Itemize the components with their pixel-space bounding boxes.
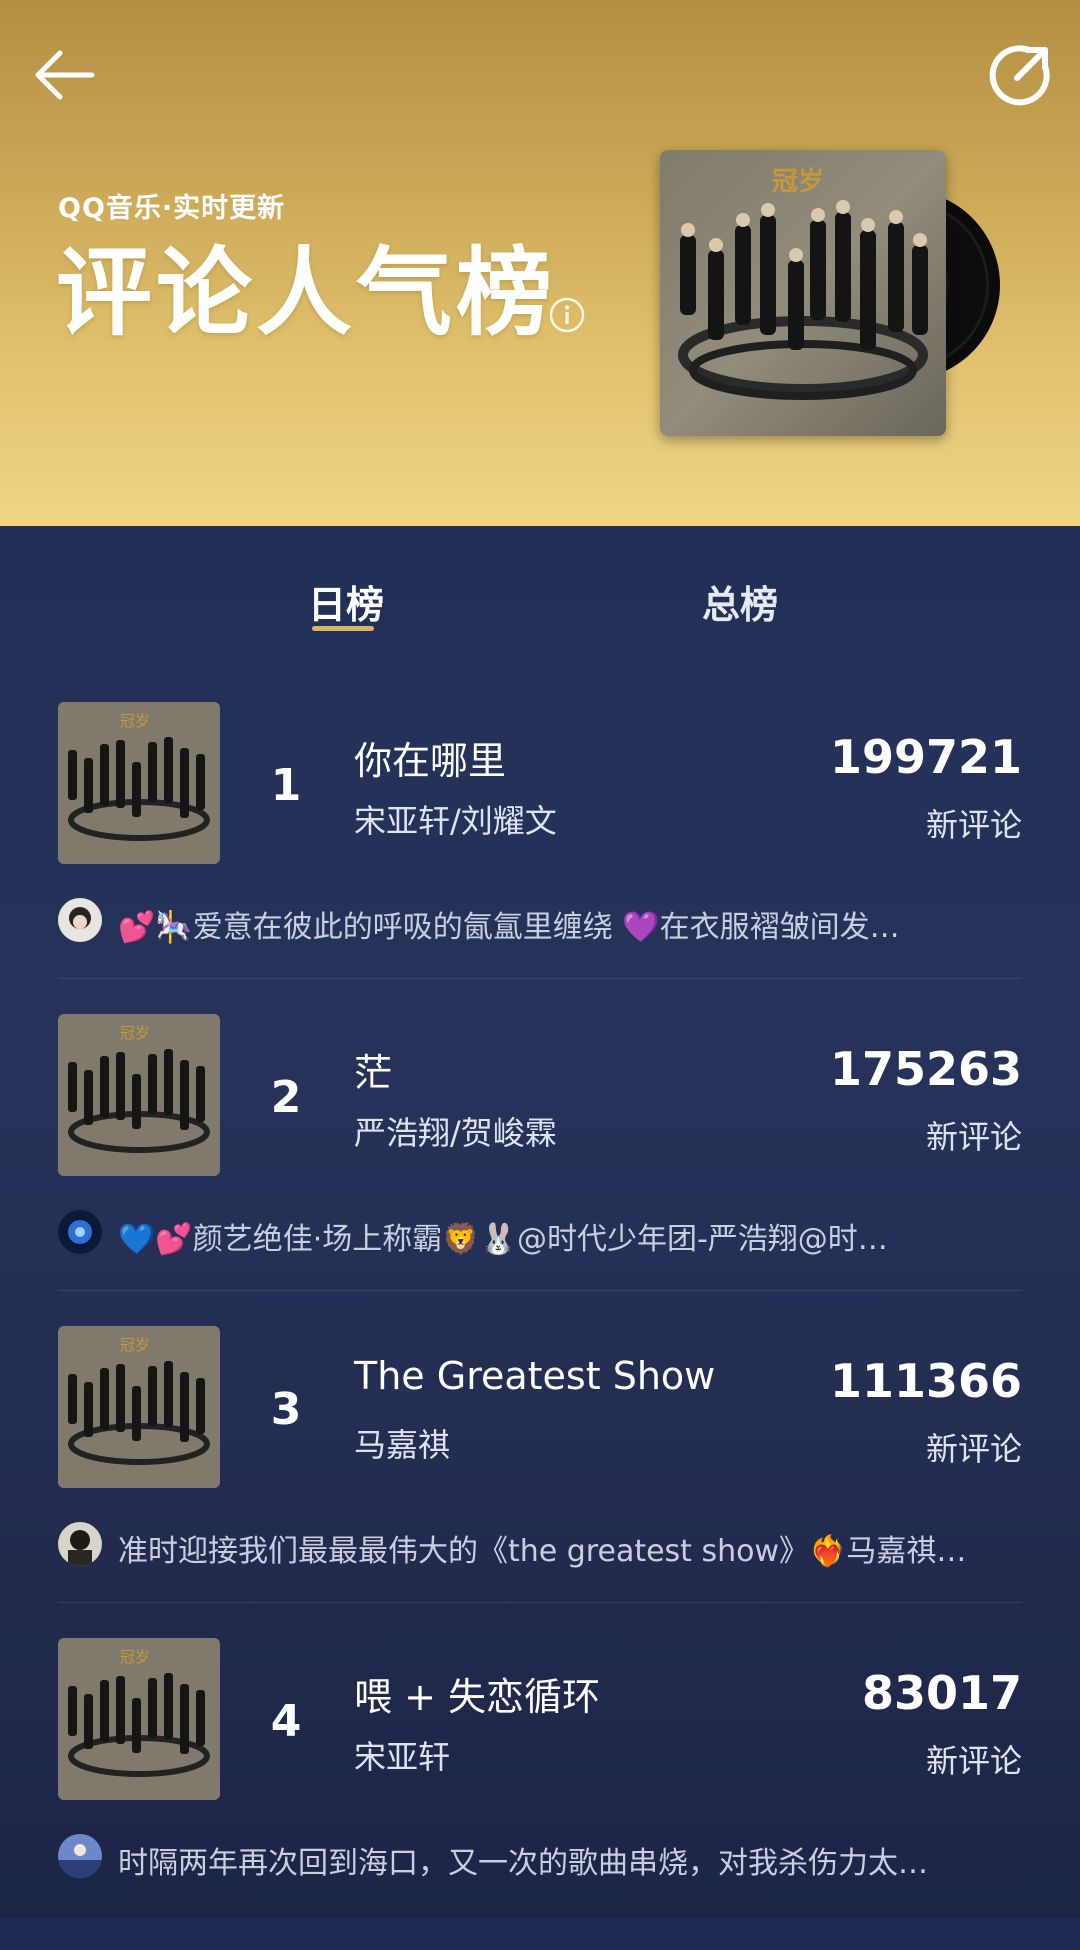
comment-count-label: 新评论 bbox=[925, 806, 1022, 844]
chart-header: QQ音乐·实时更新 评论人气榜 冠岁 bbox=[0, 0, 1080, 526]
chart-list-area: 日榜 总榜 冠岁 1 你在哪里 宋亚轩/刘耀文 199721 新评论 💕🎠爱意在… bbox=[0, 526, 1080, 1918]
divider bbox=[58, 1290, 1022, 1291]
album-art-thumbnail: 冠岁 bbox=[58, 702, 220, 864]
top-comment[interactable]: 💕🎠爱意在彼此的呼吸的氤氲里缠绕 💜在衣服褶皱间发… bbox=[58, 898, 1022, 946]
comment-count: 199721 bbox=[829, 730, 1022, 784]
song-title: 你在哪里 bbox=[354, 739, 507, 783]
rank-number: 1 bbox=[270, 760, 302, 811]
active-tab-indicator bbox=[312, 626, 374, 631]
tab-bar: 日榜 总榜 bbox=[0, 526, 1080, 636]
song-artist: 马嘉祺 bbox=[354, 1426, 451, 1464]
top-comment[interactable]: 准时迎接我们最最最伟大的《the greatest show》❤️‍🔥马嘉祺… bbox=[58, 1522, 1022, 1570]
song-title: 喂 + 失恋循环 bbox=[354, 1675, 600, 1719]
avatar bbox=[58, 1210, 102, 1254]
song-title: 茫 bbox=[354, 1051, 393, 1095]
comment-text: 时隔两年再次回到海口，又一次的歌曲串烧，对我杀伤力太… bbox=[118, 1846, 928, 1881]
rank-number: 2 bbox=[270, 1072, 302, 1123]
comment-text: 准时迎接我们最最最伟大的《the greatest show》❤️‍🔥马嘉祺… bbox=[118, 1534, 967, 1569]
share-icon[interactable] bbox=[985, 40, 1055, 110]
avatar bbox=[58, 898, 102, 942]
svg-text:冠岁: 冠岁 bbox=[120, 1024, 150, 1042]
top-comment[interactable]: 💙💕颜艺绝佳·场上称霸🦁🐰@时代少年团-严浩翔@时… bbox=[58, 1210, 1022, 1258]
comment-count-label: 新评论 bbox=[925, 1118, 1022, 1156]
chart-entry-2[interactable]: 冠岁 2 茫 严浩翔/贺峻霖 175263 新评论 💙💕颜艺绝佳·场上称霸🦁🐰@… bbox=[0, 1014, 1080, 1326]
comment-count: 111366 bbox=[829, 1354, 1022, 1408]
song-title: The Greatest Show bbox=[354, 1354, 716, 1398]
song-artist: 宋亚轩/刘耀文 bbox=[354, 802, 557, 840]
album-art: 冠岁 bbox=[660, 150, 946, 436]
album-art-thumbnail: 冠岁 bbox=[58, 1014, 220, 1176]
tab-daily[interactable]: 日榜 bbox=[308, 574, 384, 629]
chart-entry-4[interactable]: 冠岁 4 喂 + 失恋循环 宋亚轩 83017 新评论 时隔两年再次回到海口，又… bbox=[0, 1638, 1080, 1950]
divider bbox=[58, 978, 1022, 979]
back-arrow-icon[interactable] bbox=[30, 45, 100, 105]
chart-entry-1[interactable]: 冠岁 1 你在哪里 宋亚轩/刘耀文 199721 新评论 💕🎠爱意在彼此的呼吸的… bbox=[0, 702, 1080, 1014]
avatar bbox=[58, 1522, 102, 1566]
svg-text:冠岁: 冠岁 bbox=[120, 1336, 150, 1354]
chart-entry-3[interactable]: 冠岁 3 The Greatest Show 马嘉祺 111366 新评论 准时… bbox=[0, 1326, 1080, 1638]
chart-subtitle: QQ音乐·实时更新 bbox=[58, 193, 286, 224]
song-artist: 宋亚轩 bbox=[354, 1738, 451, 1776]
comment-count: 175263 bbox=[829, 1042, 1022, 1096]
album-cover-hero[interactable]: 冠岁 bbox=[660, 150, 1000, 440]
album-art-thumbnail: 冠岁 bbox=[58, 1638, 220, 1800]
tab-overall[interactable]: 总榜 bbox=[702, 574, 778, 629]
album-art-thumbnail: 冠岁 bbox=[58, 1326, 220, 1488]
svg-text:冠岁: 冠岁 bbox=[120, 1648, 150, 1666]
info-icon[interactable] bbox=[548, 296, 586, 334]
song-artist: 严浩翔/贺峻霖 bbox=[354, 1114, 557, 1152]
avatar bbox=[58, 1834, 102, 1878]
svg-text:冠岁: 冠岁 bbox=[120, 712, 150, 730]
svg-text:冠岁: 冠岁 bbox=[772, 166, 824, 197]
rank-number: 4 bbox=[270, 1696, 302, 1747]
rank-number: 3 bbox=[270, 1384, 302, 1435]
divider bbox=[58, 1602, 1022, 1603]
comment-count-label: 新评论 bbox=[925, 1430, 1022, 1468]
comment-text: 💕🎠爱意在彼此的呼吸的氤氲里缠绕 💜在衣服褶皱间发… bbox=[118, 910, 900, 945]
comment-count-label: 新评论 bbox=[925, 1742, 1022, 1780]
comment-text: 💙💕颜艺绝佳·场上称霸🦁🐰@时代少年团-严浩翔@时… bbox=[118, 1222, 888, 1257]
top-comment[interactable]: 时隔两年再次回到海口，又一次的歌曲串烧，对我杀伤力太… bbox=[58, 1834, 1022, 1882]
chart-title: 评论人气榜 bbox=[56, 237, 556, 349]
comment-count: 83017 bbox=[861, 1666, 1022, 1720]
